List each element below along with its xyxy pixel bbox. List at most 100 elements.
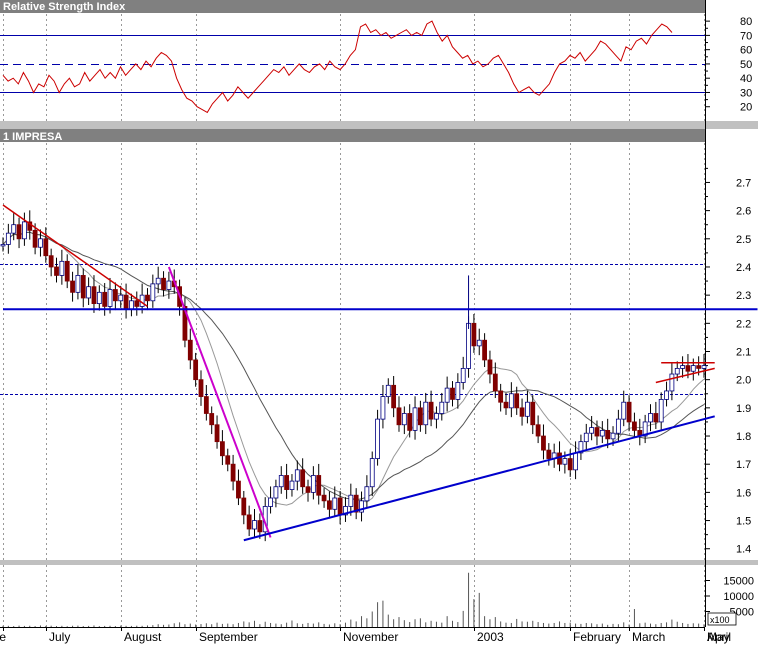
candle-body (43, 238, 49, 257)
candle-body (102, 291, 108, 307)
price-ytick-label: 1.9 (736, 403, 751, 415)
candle-body (541, 435, 546, 451)
candle-body (701, 365, 707, 369)
candle-body (648, 413, 653, 423)
x-tick-label: August (124, 630, 162, 644)
price-ytick-label: 2.1 (736, 347, 751, 359)
candle-body (674, 368, 680, 375)
candle-body (573, 452, 578, 471)
candle-body (428, 401, 434, 420)
candle-body (80, 275, 86, 299)
candle-body (11, 224, 17, 234)
candle-body (193, 359, 199, 381)
candle-body (492, 373, 498, 392)
candle-body (134, 300, 140, 307)
candle-body (589, 427, 595, 434)
candle-body (32, 229, 38, 248)
price-ytick-label: 1.6 (736, 487, 751, 499)
candle-body (450, 387, 455, 400)
candle-body (252, 520, 257, 530)
candle-body (225, 455, 231, 465)
candle-body (112, 289, 118, 302)
rsi-panel-title: Relative Strength Index (3, 1, 126, 13)
x-tick-label: May (707, 630, 730, 644)
x-tick-label: July (49, 630, 70, 644)
candle-body (364, 486, 370, 502)
candle-body (236, 480, 241, 499)
candle-body (161, 277, 166, 290)
price-ytick-label: 1.4 (736, 544, 751, 556)
volume-ytick-label: 10000 (723, 591, 754, 603)
candle-body (482, 339, 488, 361)
candle-body (412, 407, 418, 431)
candle-body (626, 401, 632, 423)
chart-canvas: Relative Strength Index 1 IMPRESA 20 30 40 50… (0, 0, 758, 645)
candle-body (407, 413, 413, 431)
candle-body (321, 494, 327, 502)
candle-body (327, 500, 332, 510)
candle-body (664, 390, 669, 400)
candle-body (514, 393, 520, 409)
candle-body (690, 365, 696, 372)
candle-body (391, 384, 397, 409)
candle-body (305, 486, 311, 493)
candle-body (75, 275, 81, 293)
price-ytick-label: 1.8 (736, 431, 751, 443)
candle-body (22, 221, 27, 240)
rsi-ytick-label: 20 (740, 102, 752, 114)
price-panel-title: 1 IMPRESA (3, 131, 62, 143)
candle-body (70, 280, 75, 293)
x-tick-label: November (343, 630, 398, 644)
candle-body (59, 260, 65, 276)
x-tick-label: 2003 (477, 630, 504, 644)
candle-body (107, 289, 113, 307)
candle-body (54, 266, 59, 276)
candle-body (91, 286, 97, 305)
candle-body (48, 255, 54, 268)
candle-body (268, 497, 273, 507)
candle-body (685, 365, 691, 372)
candle-body (455, 382, 461, 400)
price-ytick-label: 2.4 (736, 262, 751, 274)
candle-body (444, 387, 450, 403)
candle-body (129, 300, 134, 310)
candle-body (294, 469, 300, 482)
candle-body (316, 475, 322, 496)
price-ytick-label: 2.3 (736, 290, 751, 302)
candle-body (219, 441, 225, 457)
panel-splitter-2 (0, 560, 758, 565)
x-tick-label: March (632, 630, 665, 644)
price-ytick-label: 1.5 (736, 516, 751, 528)
candle-body (466, 322, 471, 369)
candle-body (594, 427, 600, 437)
candle-body (38, 238, 43, 248)
panel-splitter-1 (0, 121, 758, 129)
candle-body (669, 373, 675, 392)
rsi-ytick-label: 40 (740, 73, 752, 85)
volume-scale-note: x100 (710, 615, 730, 625)
rsi-ytick-label: 60 (740, 45, 752, 57)
candle-body (289, 480, 295, 490)
candle-body (155, 277, 161, 285)
candle-body (64, 260, 70, 282)
candle-body (310, 475, 316, 493)
candle-body (471, 322, 477, 347)
candle-body (198, 379, 204, 397)
price-ytick-label: 2.6 (736, 206, 751, 218)
candle-body (525, 401, 530, 417)
rsi-ytick-label: 70 (740, 30, 752, 42)
candle-body (278, 475, 284, 488)
rsi-ytick-label: 80 (740, 16, 752, 28)
candle-body (86, 286, 92, 299)
candle-body (284, 475, 290, 490)
candle-body (696, 365, 702, 369)
candle-body (498, 390, 504, 403)
candle-body (535, 424, 541, 437)
x-tick-label: February (573, 630, 621, 644)
candle-body (567, 458, 573, 471)
candle-body (599, 429, 605, 437)
volume-ytick-label: 15000 (723, 576, 754, 588)
candle-body (337, 497, 343, 516)
price-ytick-label: 2.5 (736, 234, 751, 246)
candle-body (476, 339, 482, 347)
